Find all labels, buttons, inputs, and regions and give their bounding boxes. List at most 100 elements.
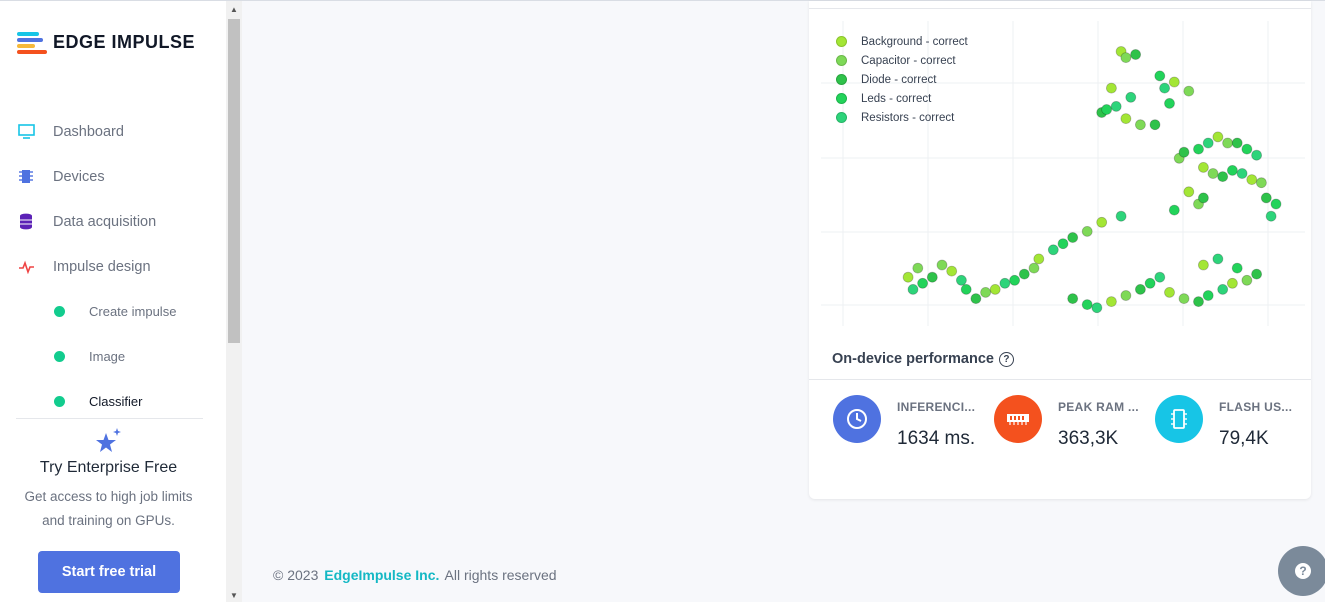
help-circle-icon[interactable]: ? — [998, 351, 1014, 367]
scatter-point — [1134, 119, 1146, 131]
sidebar-item-devices[interactable]: Devices — [0, 154, 226, 199]
brand-name: EDGE IMPULSE — [53, 31, 196, 52]
monitor-icon — [17, 123, 35, 141]
scrollbar-thumb[interactable] — [228, 19, 240, 343]
scatter-point — [1178, 146, 1190, 158]
footer-rights: All rights reserved — [444, 567, 557, 583]
scatter-point — [989, 283, 1001, 295]
scatter-point — [1241, 274, 1253, 286]
scatter-point — [1231, 262, 1243, 274]
sidebar-nav: Dashboard Devices Data acquisition Impul… — [0, 109, 226, 424]
status-dot-icon — [54, 396, 65, 407]
scatter-point — [1110, 101, 1122, 112]
performance-divider — [809, 379, 1311, 380]
scatter-point — [1212, 253, 1224, 265]
legend-label: Resistors - correct — [861, 111, 955, 124]
scatter-point — [946, 265, 958, 277]
scatter-point — [1018, 268, 1030, 280]
legend-swatch — [836, 36, 847, 47]
sidebar-item-label: Dashboard — [53, 123, 124, 140]
scatter-point — [1255, 177, 1267, 189]
scatter-point — [1105, 82, 1117, 94]
sidebar-subitem-label: Classifier — [89, 394, 143, 409]
sidebar-item-data-acquisition[interactable]: Data acquisition — [0, 199, 226, 244]
sidebar: EDGE IMPULSE Dashboard Devices Data acqu… — [0, 1, 226, 602]
sidebar-item-label: Data acquisition — [53, 213, 157, 230]
metric-inferencing-time: INFERENCI... 1634 ms. — [833, 395, 987, 454]
scroll-up-icon[interactable]: ▲ — [230, 5, 238, 14]
scatter-point — [1120, 290, 1132, 301]
legend-item[interactable]: Background - correct — [836, 32, 968, 51]
scatter-point — [1120, 113, 1132, 124]
scatter-point — [1197, 259, 1209, 271]
legend-item[interactable]: Leds - correct — [836, 89, 968, 108]
metric-label: PEAK RAM ... — [1058, 400, 1139, 414]
scatter-point — [960, 283, 972, 295]
scatter-point — [1101, 104, 1113, 115]
legend-swatch — [836, 74, 847, 85]
scatter-point — [902, 271, 914, 283]
scatter-point — [1047, 244, 1059, 256]
chart-legend: Background - correct Capacitor - correct… — [836, 32, 968, 127]
scatter-point — [1231, 137, 1243, 149]
sidebar-divider — [16, 418, 203, 419]
sidebar-scrollbar[interactable]: ▲ ▼ — [226, 1, 242, 602]
help-button[interactable]: ? — [1278, 546, 1325, 596]
scatter-point — [999, 277, 1011, 289]
scatter-point — [1212, 131, 1224, 143]
scatter-point — [917, 277, 928, 289]
scatter-point — [1164, 98, 1175, 109]
sidebar-subitem-image[interactable]: Image — [0, 334, 226, 379]
scatter-point — [1168, 204, 1180, 216]
scatter-point — [1164, 286, 1175, 298]
legend-swatch — [836, 93, 847, 104]
scatter-point — [1222, 137, 1234, 149]
scatter-point — [1028, 262, 1040, 274]
scatter-point — [1125, 91, 1137, 103]
scatter-point — [1202, 137, 1214, 149]
scroll-down-icon[interactable]: ▼ — [230, 591, 238, 600]
legend-label: Diode - correct — [861, 73, 937, 86]
scatter-point — [1260, 192, 1272, 204]
legend-swatch — [836, 112, 847, 123]
scatter-point — [1154, 271, 1166, 283]
metric-value: 363,3K — [1058, 428, 1119, 449]
sidebar-subitem-label: Create impulse — [89, 304, 177, 319]
legend-swatch — [836, 55, 847, 66]
scatter-point — [1183, 186, 1195, 198]
promo-title: Try Enterprise Free — [39, 459, 178, 476]
scatter-point — [1009, 274, 1021, 286]
footer-company-link[interactable]: EdgeImpulse Inc. — [324, 567, 439, 583]
scatter-point — [1241, 143, 1253, 155]
scatter-point — [1202, 290, 1214, 301]
performance-title: On-device performance ? — [832, 351, 1014, 367]
sidebar-item-dashboard[interactable]: Dashboard — [0, 109, 226, 154]
pulse-icon — [17, 258, 35, 276]
scatter-point — [1091, 302, 1103, 314]
sidebar-subitem-label: Image — [89, 349, 126, 364]
scatter-point — [1226, 164, 1238, 176]
metric-peak-ram: PEAK RAM ... 363,3K — [994, 395, 1148, 454]
model-results-card: Background - correct Capacitor - correct… — [809, 1, 1311, 499]
metric-label: FLASH US... — [1219, 400, 1293, 414]
scatter-point — [1168, 76, 1180, 88]
start-free-trial-button[interactable]: Start free trial — [38, 551, 180, 593]
scatter-point — [1105, 296, 1117, 308]
scatter-point — [1178, 293, 1190, 305]
edge-impulse-logo-icon — [17, 31, 47, 54]
sidebar-item-impulse-design[interactable]: Impulse design — [0, 244, 226, 289]
status-dot-icon — [54, 306, 65, 317]
scatter-point — [1197, 192, 1209, 204]
legend-item[interactable]: Diode - correct — [836, 70, 968, 89]
scatter-point — [1246, 174, 1258, 186]
clock-icon — [833, 395, 881, 443]
brand-logo[interactable]: EDGE IMPULSE — [17, 31, 196, 54]
performance-title-text: On-device performance — [832, 351, 994, 367]
legend-item[interactable]: Resistors - correct — [836, 108, 968, 127]
metric-label: INFERENCI... — [897, 400, 976, 414]
scatter-point — [1183, 85, 1195, 97]
flash-chip-icon — [1155, 395, 1203, 443]
scatter-point — [1226, 277, 1238, 289]
legend-item[interactable]: Capacitor - correct — [836, 51, 968, 70]
sidebar-subitem-create-impulse[interactable]: Create impulse — [0, 289, 226, 334]
